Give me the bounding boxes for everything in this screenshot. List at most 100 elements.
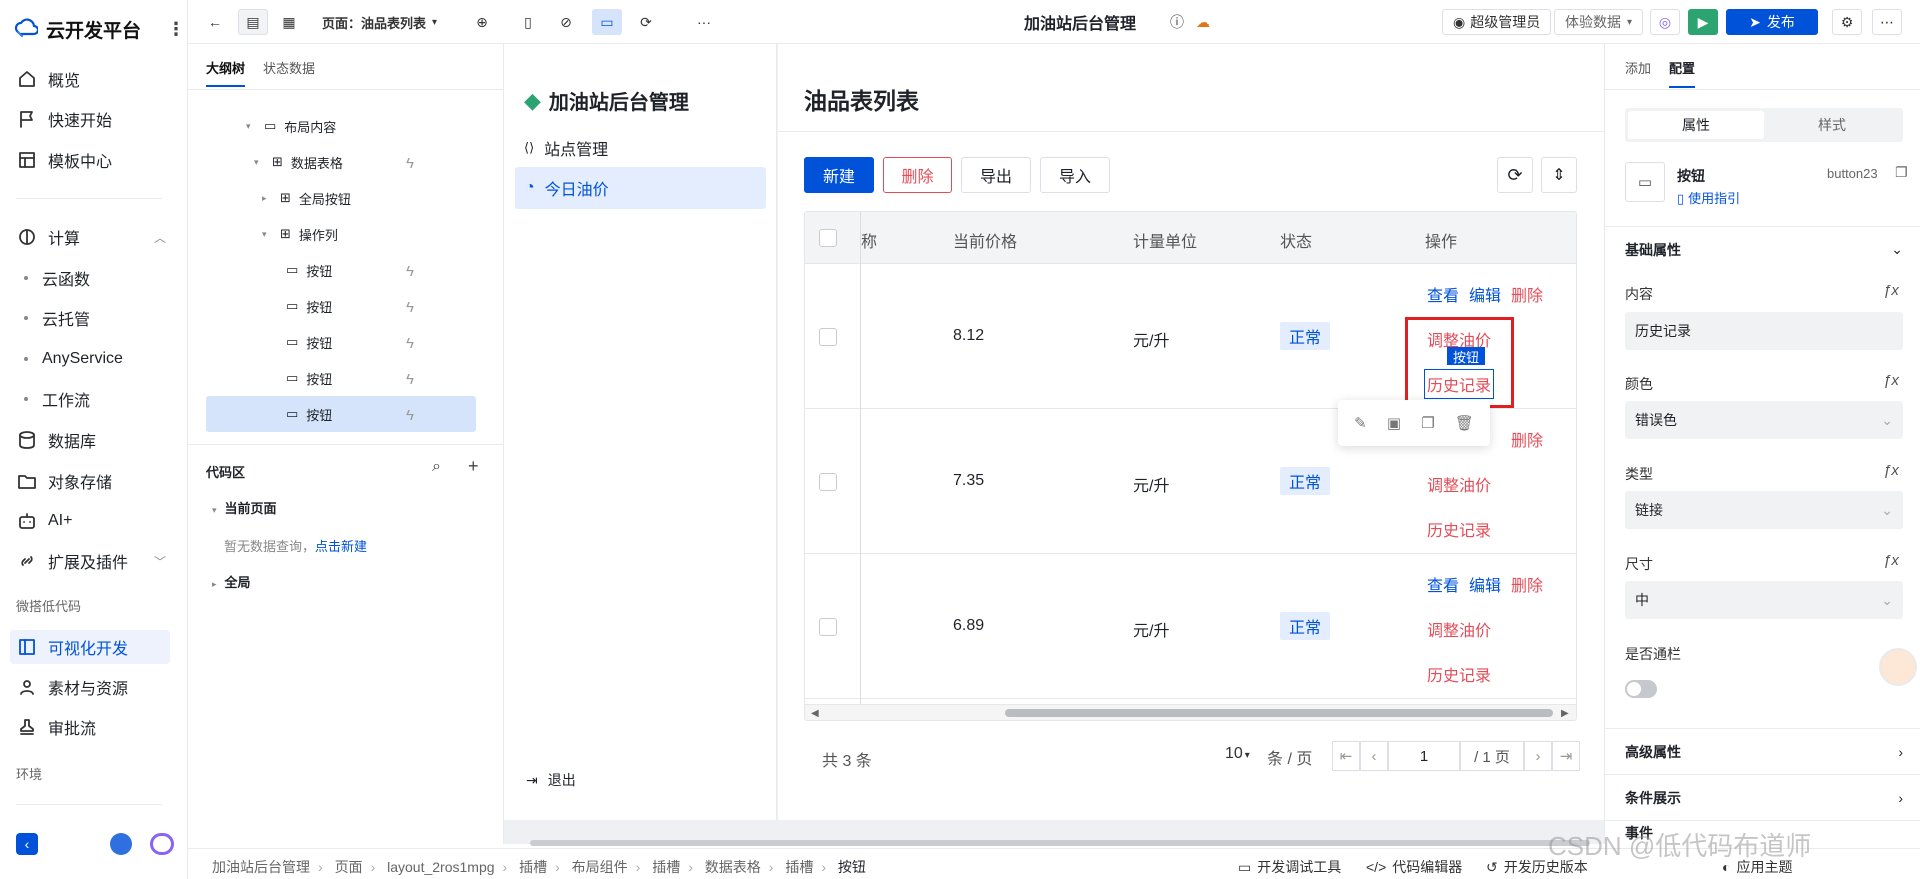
block-toggle[interactable] [1625,680,1657,698]
row-checkbox[interactable] [819,618,837,636]
tree-node-button[interactable]: ▭ 按钮 [286,360,332,396]
tree-node-data-table[interactable]: ▾ ⊞ 数据表格 [254,144,343,180]
trash-icon[interactable]: 🗑 [1455,414,1474,432]
breadcrumb-item[interactable]: 插槽 [785,859,813,875]
row-checkbox[interactable] [819,328,837,346]
scrollbar-thumb[interactable] [1005,709,1553,717]
create-query-link[interactable]: 点击新建 [315,539,367,554]
tree-node-button[interactable]: ▭ 按钮 [286,252,332,288]
event-bolt-icon[interactable]: ϟ [406,335,420,352]
fx-binding-icon[interactable]: ƒx [1883,552,1899,569]
row-checkbox[interactable] [819,473,837,491]
assistant-avatar-icon[interactable] [1879,648,1917,686]
delete-link[interactable]: 删除 [1511,427,1543,451]
scroll-left-arrow-icon[interactable]: ◀ [811,708,819,719]
menu-item-site[interactable]: ⟨⟩ 站点管理 [524,130,772,166]
run-preview-icon[interactable]: ▶ [1688,9,1718,35]
type-select[interactable]: 链接 ⌄ [1625,491,1903,529]
import-button[interactable]: 导入 [1040,157,1110,193]
fx-binding-icon[interactable]: ƒx [1883,282,1899,299]
canvas-scrollbar[interactable] [530,840,1590,846]
content-input[interactable]: 历史记录 [1625,312,1903,350]
size-select[interactable]: 中 ⌄ [1625,581,1903,619]
nav-compute[interactable]: 计算 ︿ [10,220,170,254]
nav-materials[interactable]: 素材与资源 [10,670,170,704]
menu-item-price[interactable]: ◔ 今日油价 [515,167,766,209]
event-bolt-icon[interactable]: ϟ [406,407,420,424]
event-bolt-icon[interactable]: ϟ [406,263,420,280]
nav-ai[interactable]: AI+ [10,504,170,538]
tree-node-layout-content[interactable]: ▾ ▭ 布局内容 [246,108,336,144]
tree-node-button-selected[interactable]: ▭ 按钮 [286,396,332,432]
select-all-checkbox[interactable] [819,229,837,247]
tablet-preview-icon[interactable]: ⊘ [554,9,578,35]
collapse-sidebar-icon[interactable]: ‹ [16,833,38,855]
page-number-input[interactable]: 1 [1388,741,1460,771]
view-link[interactable]: 查看 [1427,572,1459,596]
scroll-right-arrow-icon[interactable]: ▶ [1561,708,1569,719]
breadcrumb-item[interactable]: 数据表格 [705,859,761,875]
breadcrumb-item[interactable]: 布局组件 [572,859,628,875]
export-button[interactable]: 导出 [961,157,1031,193]
breadcrumb-item[interactable]: 插槽 [519,859,547,875]
nav-cloudrun[interactable]: 云托管 [24,304,90,332]
current-page-node[interactable]: ▾ 当前页面 [212,498,277,517]
user-avatar-icon[interactable] [110,833,132,855]
tree-node-button[interactable]: ▭ 按钮 [286,288,332,324]
global-node[interactable]: ▸ 全局 [212,572,251,591]
nav-approval[interactable]: 审批流 [10,710,170,744]
more-options-icon[interactable]: ⋯ [1872,9,1902,35]
nav-quickstart[interactable]: 快速开始 [10,102,170,136]
fx-binding-icon[interactable]: ƒx [1883,372,1899,389]
page-view-icon[interactable]: ▤ [238,9,268,35]
nav-extensions[interactable]: 扩展及插件 ﹀ [10,544,170,578]
breadcrumb-item[interactable]: 页面 [335,859,363,875]
edit-link[interactable]: 编辑 [1469,282,1501,306]
breadcrumb-item[interactable]: layout_2ros1mpg [387,859,494,875]
delete-link[interactable]: 删除 [1511,572,1543,596]
breadcrumb-item[interactable]: 插槽 [652,859,680,875]
nav-visual-dev[interactable]: 可视化开发 [10,630,170,664]
adjust-price-link[interactable]: 调整油价 [1427,617,1491,641]
tree-node-action-column[interactable]: ▾ ⊞ 操作列 [262,216,338,252]
tree-node-button[interactable]: ▭ 按钮 [286,324,332,360]
nav-workflow[interactable]: 工作流 [24,385,90,413]
add-icon[interactable]: + [468,456,479,477]
section-basic-props[interactable]: 基础属性 ⌄ [1605,226,1920,272]
page-size-select[interactable]: 10 ▾ [1225,745,1250,763]
last-page-icon[interactable]: ⇥ [1552,741,1580,771]
user-menu[interactable]: ◉ 超级管理员 [1442,9,1552,35]
seg-properties[interactable]: 属性 [1628,111,1764,139]
search-icon[interactable]: ⌕ [432,458,441,476]
debug-tools-button[interactable]: ▭ 开发调试工具 [1238,857,1341,877]
tab-outline-tree[interactable]: 大纲树 [206,58,246,87]
horizontal-scrollbar[interactable]: ◀ ▶ [805,704,1576,720]
first-page-icon[interactable]: ⇤ [1332,741,1360,771]
settings-gear-icon[interactable]: ⚙ [1832,9,1862,35]
nav-templates[interactable]: 模板中心 [10,143,170,177]
code-editor-button[interactable]: </> 代码编辑器 [1366,857,1462,877]
section-condition[interactable]: 条件展示 › [1605,774,1920,820]
tab-state-data[interactable]: 状态数据 [263,58,315,87]
back-arrow-icon[interactable]: ← [202,9,228,35]
tree-node-global-buttons[interactable]: ▸ ⊞ 全局按钮 [262,180,351,216]
nav-overview[interactable]: 概览 [10,62,170,96]
desktop-preview-icon[interactable]: ▭ [592,9,622,35]
more-horizontal-icon[interactable]: ··· [692,9,716,35]
layout-view-icon[interactable]: ▦ [274,9,304,35]
delete-link[interactable]: 删除 [1511,282,1543,306]
next-page-icon[interactable]: › [1524,741,1552,771]
data-mode-select[interactable]: 体验数据 ▾ [1554,9,1644,35]
tab-add[interactable]: 添加 [1625,58,1651,77]
breadcrumb-item-current[interactable]: 按钮 [838,859,866,875]
history-link[interactable]: 历史记录 [1427,517,1491,541]
adjust-price-link[interactable]: 调整油价 [1427,472,1491,496]
edit-pencil-icon[interactable]: ✎ [1354,414,1367,432]
fx-binding-icon[interactable]: ƒx [1883,462,1899,479]
nav-anyservice[interactable]: AnyService [24,345,123,373]
logout-button[interactable]: ⇥ 退出 [526,770,576,790]
save-icon[interactable]: ▣ [1387,414,1401,432]
column-height-icon[interactable]: ⇕ [1541,157,1577,193]
event-bolt-icon[interactable]: ϟ [406,299,420,316]
page-selector[interactable]: 页面：油品表列表 ▾ [322,9,437,35]
